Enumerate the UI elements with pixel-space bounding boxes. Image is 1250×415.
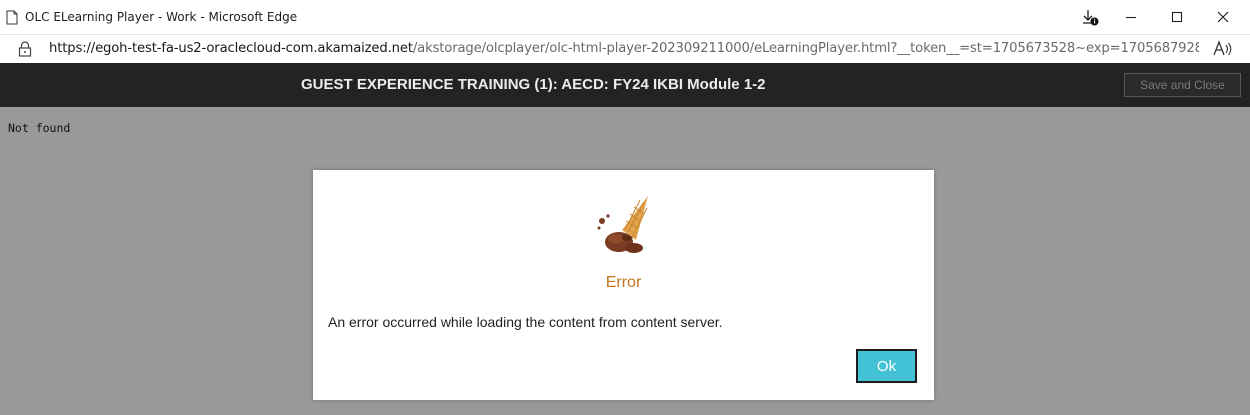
url-path: /akstorage/olcplayer/olc-html-player-202… [412,41,1199,56]
close-icon[interactable] [1213,7,1233,27]
error-dialog: Error An error occurred while loading th… [313,170,934,400]
player-header: GUEST EXPERIENCE TRAINING (1): AECD: FY2… [0,63,1250,107]
lock-icon[interactable] [18,41,32,57]
address-bar[interactable]: https://egoh-test-fa-us2-oraclecloud-com… [0,35,1250,63]
ok-button[interactable]: Ok [856,349,917,383]
dropped-ice-cream-icon [597,196,648,253]
error-message: An error occurred while loading the cont… [328,314,723,330]
minimize-icon[interactable] [1121,7,1141,27]
course-title: GUEST EXPERIENCE TRAINING (1): AECD: FY2… [301,76,766,93]
not-found-text: Not found [8,121,71,135]
save-and-close-button[interactable]: Save and Close [1124,73,1241,97]
url-host: https://egoh-test-fa-us2-oraclecloud-com… [49,41,413,56]
downloads-icon[interactable] [1080,7,1100,27]
read-aloud-icon[interactable] [1212,39,1234,59]
window-title: OLC ELearning Player - Work - Microsoft … [25,10,298,24]
error-title: Error [605,274,642,291]
page-icon [6,10,18,25]
window-title-bar: OLC ELearning Player - Work - Microsoft … [0,0,1250,35]
url-field[interactable]: https://egoh-test-fa-us2-oraclecloud-com… [49,41,1199,56]
maximize-icon[interactable] [1167,7,1187,27]
